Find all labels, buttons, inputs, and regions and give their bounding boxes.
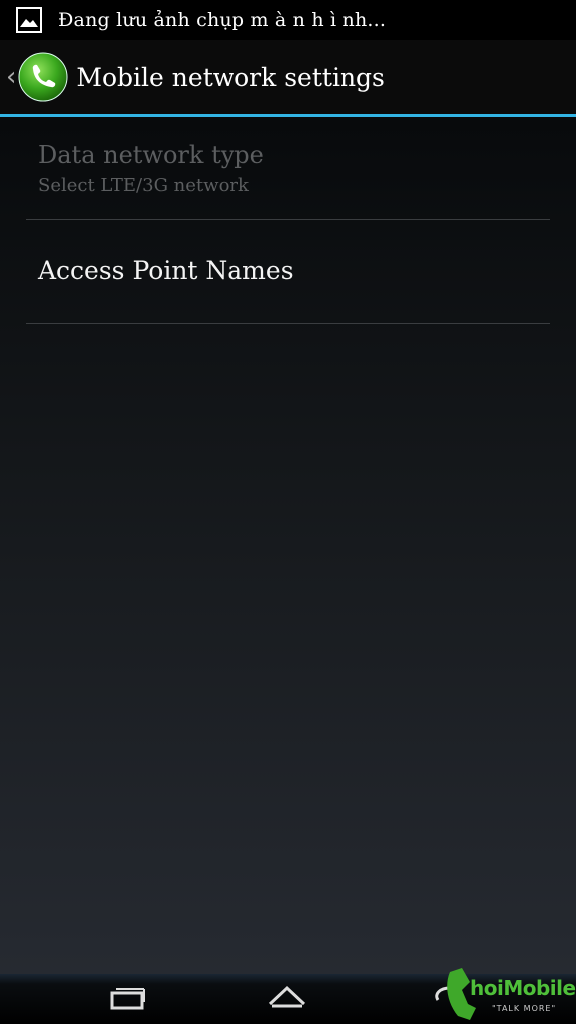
watermark-tagline: "TALK MORE": [492, 1004, 557, 1013]
watermark-brand: hoiMobile: [470, 976, 576, 1000]
pref-title: Access Point Names: [38, 256, 294, 285]
status-bar: Đang lưu ảnh chụp m à n h ì nh...: [0, 0, 576, 40]
watermark-logo: hoiMobile "TALK MORE": [440, 964, 576, 1024]
image-icon: [16, 7, 42, 33]
divider: [26, 323, 550, 324]
preferences-list: Data network type Select LTE/3G network …: [0, 117, 576, 974]
phone-icon[interactable]: [18, 52, 68, 102]
pref-data-network-type: Data network type Select LTE/3G network: [26, 137, 550, 217]
home-icon[interactable]: [248, 974, 328, 1024]
pref-title: Data network type: [38, 141, 264, 169]
page-title: Mobile network settings: [76, 62, 385, 92]
action-bar: ‹ Mobile network settings: [0, 40, 576, 114]
status-notification-text: Đang lưu ảnh chụp m à n h ì nh...: [58, 9, 387, 31]
recent-apps-icon[interactable]: [88, 974, 168, 1024]
pref-summary: Select LTE/3G network: [38, 175, 249, 196]
chevron-left-icon[interactable]: ‹: [6, 64, 16, 90]
pref-access-point-names[interactable]: Access Point Names: [26, 220, 550, 322]
